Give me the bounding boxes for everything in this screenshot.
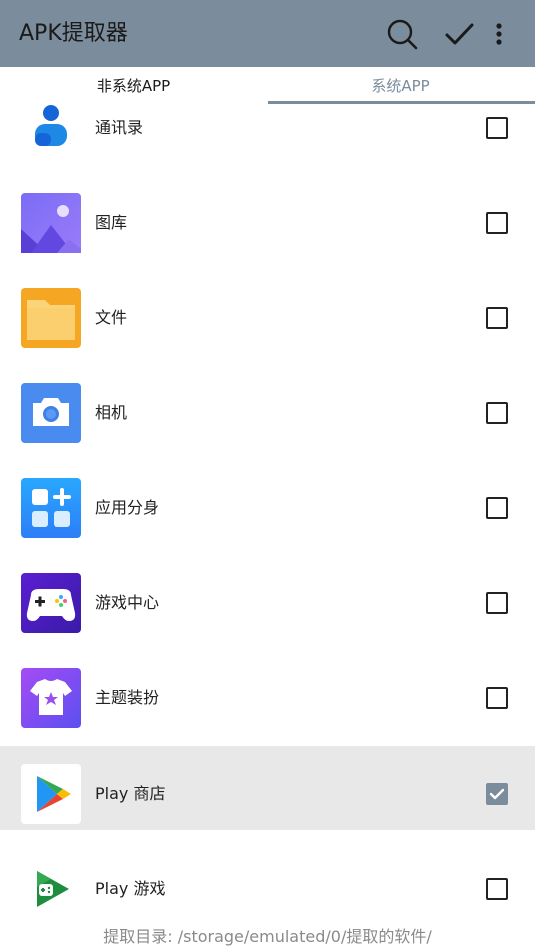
play-games-icon [21,859,81,919]
app-name: 游戏中心 [95,593,160,612]
app-title: APK提取器 [19,21,128,46]
app-name: 文件 [95,308,128,327]
select-checkbox[interactable] [486,402,508,424]
select-checkbox[interactable] [486,687,508,709]
list-item[interactable]: 游戏中心 [0,555,535,639]
app-name: 应用分身 [95,498,160,517]
app-bar: APK提取器 [0,0,535,67]
files-icon [21,288,81,348]
gallery-icon [21,193,81,253]
app-name: 通讯录 [95,118,144,137]
list-item[interactable]: 图库 [0,175,535,259]
camera-icon [21,383,81,443]
app-name: 相机 [95,403,128,422]
check-icon[interactable] [439,14,479,54]
select-checkbox[interactable] [486,878,508,900]
tab-bar: 非系统APP 系统APP [0,67,535,105]
select-checkbox[interactable] [486,117,508,139]
extract-directory-text: 提取目录: /storage/emulated/0/提取的软件/ [0,925,535,949]
select-checkbox[interactable] [486,212,508,234]
list-item[interactable]: 应用分身 [0,460,535,544]
game-center-icon [21,573,81,633]
list-item[interactable]: Play 游戏 [0,841,535,925]
list-item[interactable]: 相机 [0,365,535,449]
contacts-icon [21,98,81,158]
app-name: Play 游戏 [95,879,166,898]
select-checkbox[interactable] [486,497,508,519]
tab-indicator [268,101,535,104]
themes-icon [21,668,81,728]
play-store-icon [21,764,81,824]
app-name: Play 商店 [95,784,166,803]
search-icon[interactable] [382,14,422,54]
list-item[interactable]: 文件 [0,270,535,354]
select-checkbox[interactable] [486,783,508,805]
tab-system-apps[interactable]: 系统APP [267,67,534,105]
app-name: 图库 [95,213,128,232]
list-item[interactable]: Play 商店 [0,746,535,830]
select-checkbox[interactable] [486,592,508,614]
tab-non-system-apps[interactable]: 非系统APP [0,67,267,105]
list-item[interactable]: 主题装扮 [0,650,535,734]
more-vert-icon[interactable] [489,14,529,54]
app-clone-icon [21,478,81,538]
select-checkbox[interactable] [486,307,508,329]
app-name: 主题装扮 [95,688,160,707]
